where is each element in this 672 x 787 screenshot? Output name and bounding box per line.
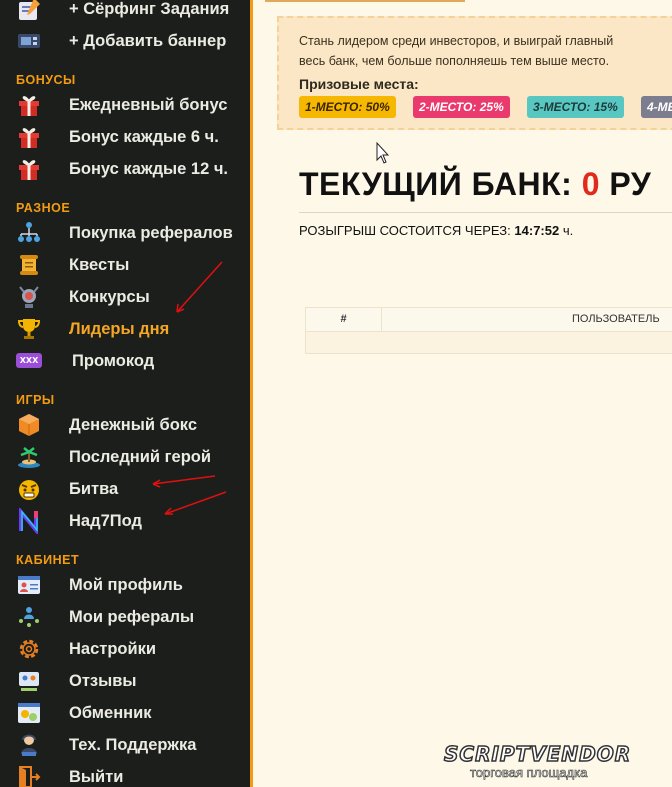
table-header-row: # ПОЛЬЗОВАТЕЛЬ — [306, 308, 672, 332]
draw-time: 14:7:52 — [514, 223, 560, 238]
sidebar-item-label: Промокод — [72, 352, 155, 370]
sidebar-item-label: Тех. Поддержка — [69, 736, 197, 754]
prize-badge-1: 1-МЕСТО: 50% — [299, 96, 396, 118]
section-title-games: ИГРЫ — [16, 393, 55, 407]
sidebar-item-surfing[interactable]: + Сёрфинг Задания — [0, 0, 250, 25]
section-title-cabinet: КАБИНЕТ — [16, 553, 80, 567]
prize-badge-4: 4-МЕ — [641, 96, 672, 118]
sidebar-item-my-profile[interactable]: Мой профиль — [0, 569, 250, 601]
info-text-line-1: Стань лидером среди инвесторов, и выигра… — [299, 34, 614, 48]
sidebar-item-bonus-12h[interactable]: Бонус каждые 12 ч. — [0, 153, 250, 185]
prize-places-title: Призовые места: — [299, 76, 419, 92]
sidebar-item-label: Битва — [69, 480, 119, 498]
sidebar-item-contests[interactable]: Конкурсы — [0, 281, 250, 313]
scriptvendor-watermark: SCRIPTVENDOR торговая площадка — [443, 741, 670, 784]
n-logo-icon — [19, 508, 38, 534]
sidebar-item-promo-code[interactable]: XXX Промокод — [0, 345, 250, 377]
island-icon — [18, 447, 40, 468]
sidebar-item-label: + Сёрфинг Задания — [69, 0, 230, 18]
sidebar-item-label: Выйти — [69, 768, 124, 786]
bank-label: ТЕКУЩИЙ БАНК: — [299, 166, 573, 202]
sidebar-item-add-banner[interactable]: + Добавить баннер — [0, 25, 250, 57]
sidebar-item-bonus-6h[interactable]: Бонус каждые 6 ч. — [0, 121, 250, 153]
sidebar-item-settings[interactable]: Настройки — [0, 633, 250, 665]
sidebar-item-label: Бонус каждые 6 ч. — [69, 128, 219, 146]
bank-amount: 0 — [581, 166, 600, 202]
sidebar: + Сёрфинг Задания + Добавить баннер БОНУ… — [0, 0, 250, 787]
gift-icon — [19, 96, 39, 116]
column-header-user: ПОЛЬЗОВАТЕЛЬ — [572, 313, 660, 325]
top-tab-indicator — [265, 0, 465, 2]
sidebar-item-label: Последний герой — [69, 448, 211, 466]
divider — [299, 212, 672, 213]
sidebar-item-exchange[interactable]: Обменник — [0, 697, 250, 729]
sidebar-item-last-hero[interactable]: Последний герой — [0, 441, 250, 473]
profile-icon — [18, 576, 40, 594]
support-icon — [21, 734, 37, 756]
sidebar-item-label: Денежный бокс — [69, 416, 198, 434]
bank-currency: РУ — [609, 166, 652, 202]
scroll-icon — [20, 255, 38, 275]
money-box-icon — [19, 414, 39, 436]
reviews-icon — [19, 672, 39, 691]
info-text-line-2: весь банк, чем больше пополняешь тем выш… — [299, 54, 610, 68]
trophy-icon — [17, 319, 41, 339]
contest-icon — [19, 286, 39, 308]
sidebar-item-label: Мои рефералы — [69, 608, 195, 626]
sidebar-item-reviews[interactable]: Отзывы — [0, 665, 250, 697]
sidebar-item-my-referrals[interactable]: Мои рефералы — [0, 601, 250, 633]
logout-icon — [19, 766, 41, 787]
sidebar-item-battle[interactable]: Битва — [0, 473, 250, 505]
sidebar-item-label: Настройки — [69, 640, 157, 658]
draw-unit: ч. — [562, 223, 574, 238]
angry-face-icon — [19, 480, 39, 500]
watermark-tagline: торговая площадка — [470, 765, 588, 781]
referrals-icon — [18, 222, 40, 242]
current-bank-title: ТЕКУЩИЙ БАНК: 0 РУ — [299, 166, 651, 203]
sidebar-item-quests[interactable]: Квесты — [0, 249, 250, 281]
sidebar-item-label: Мой профиль — [69, 576, 183, 594]
sidebar-item-label: Лидеры дня — [69, 320, 170, 338]
sidebar-item-label: Над7Под — [69, 512, 142, 530]
watermark-brand: SCRIPTVENDOR — [443, 741, 632, 767]
gift-icon — [19, 128, 39, 148]
draw-countdown: РОЗЫГРЫШ СОСТОИТСЯ ЧЕРЕЗ: 14:7:52 ч. — [299, 223, 573, 238]
sidebar-item-support[interactable]: Тех. Поддержка — [0, 729, 250, 761]
my-referrals-icon — [19, 607, 39, 627]
sidebar-item-daily-bonus[interactable]: Ежедневный бонус — [0, 89, 250, 121]
section-title-misc: РАЗНОЕ — [16, 201, 71, 215]
prize-badge-3: 3-МЕСТО: 15% — [527, 96, 624, 118]
sidebar-item-over-under-7[interactable]: Над7Под — [0, 505, 250, 537]
exchange-icon — [18, 703, 40, 723]
sidebar-item-label: Отзывы — [69, 672, 137, 690]
gear-icon — [19, 639, 39, 659]
sidebar-item-label: Покупка рефералов — [69, 224, 233, 242]
sidebar-item-label: Ежедневный бонус — [69, 96, 228, 114]
column-header-number: # — [306, 308, 382, 331]
sidebar-item-buy-referrals[interactable]: Покупка рефералов — [0, 217, 250, 249]
draw-label: РОЗЫГРЫШ СОСТОИТСЯ ЧЕРЕЗ: — [299, 223, 511, 238]
gift-icon — [19, 160, 39, 180]
sidebar-item-label: Бонус каждые 12 ч. — [69, 160, 228, 178]
promo-code-icon: XXX — [16, 353, 42, 368]
section-title-bonuses: БОНУСЫ — [16, 73, 76, 87]
leaders-info-box: Стань лидером среди инвесторов, и выигра… — [277, 16, 672, 130]
sidebar-item-leaders-of-day[interactable]: Лидеры дня — [0, 313, 250, 345]
sidebar-item-logout[interactable]: Выйти — [0, 761, 250, 787]
sidebar-item-label: Конкурсы — [69, 288, 150, 306]
banner-icon — [18, 34, 40, 48]
sidebar-item-label: Квесты — [69, 256, 130, 274]
leaders-table: # ПОЛЬЗОВАТЕЛЬ — [305, 307, 672, 354]
sidebar-item-label: Обменник — [69, 704, 152, 722]
sidebar-item-money-box[interactable]: Денежный бокс — [0, 409, 250, 441]
main-content: Стань лидером среди инвесторов, и выигра… — [253, 0, 672, 787]
prize-badge-2: 2-МЕСТО: 25% — [413, 96, 510, 118]
surfing-icon — [19, 0, 40, 20]
sidebar-item-label: + Добавить баннер — [69, 32, 227, 50]
